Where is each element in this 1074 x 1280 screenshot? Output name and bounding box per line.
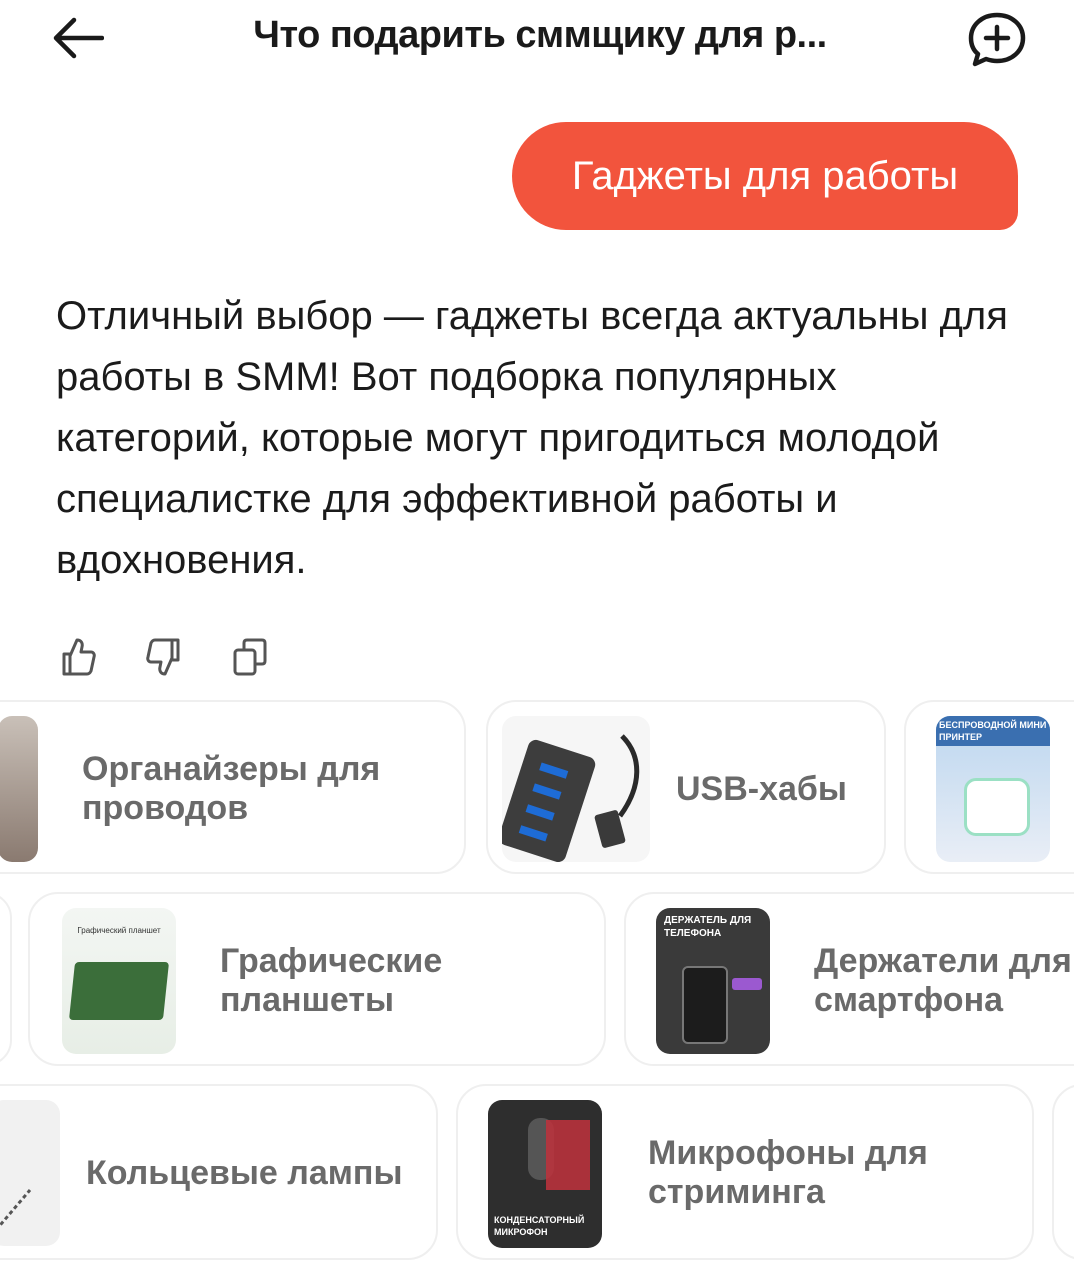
dislike-button[interactable] <box>142 630 186 684</box>
ring-lamp-image <box>0 1189 32 1228</box>
category-label: Графические планшеты <box>220 942 443 1019</box>
category-card-ring-lamps[interactable]: Кольцевые лампы <box>0 1084 438 1260</box>
badge-shape <box>732 978 762 990</box>
assistant-message: Отличный выбор — гаджеты всегда актуальн… <box>56 294 1008 582</box>
tablet-image-text: Графический планшет <box>77 926 161 935</box>
category-image <box>0 716 38 862</box>
category-card-cable-organizers[interactable]: Органайзеры для проводов <box>0 700 466 874</box>
category-label: Органайзеры для проводов <box>82 750 381 827</box>
chat-plus-icon <box>968 12 1026 67</box>
category-image: ДЕРЖАТЕЛЬ ДЛЯ ТЕЛЕФОНА <box>656 908 770 1054</box>
category-card-phone-holders[interactable]: ДЕРЖАТЕЛЬ ДЛЯ ТЕЛЕФОНА Держатели для сма… <box>624 892 1074 1066</box>
category-label: Держатели для смартфона <box>814 942 1072 1019</box>
back-button[interactable] <box>46 10 108 66</box>
category-card-partial[interactable] <box>0 892 12 1066</box>
phone-shape <box>682 966 728 1044</box>
category-label: Микрофоны для стриминга <box>648 1134 928 1211</box>
copy-icon <box>233 638 267 676</box>
user-message-text: Гаджеты для работы <box>571 153 959 198</box>
category-card-graphic-tablets[interactable]: Графический планшет Графические планшеты <box>28 892 606 1066</box>
usb-hub-image <box>502 734 640 862</box>
new-chat-button[interactable] <box>962 8 1032 70</box>
category-image: БЕСПРОВОДНОЙ МИНИ ПРИНТЕР <box>936 716 1050 862</box>
mic-image-text: КОНДЕНСАТОРНЫЙ МИКРОФОН <box>494 1215 585 1237</box>
arrow-left-icon <box>53 17 104 59</box>
message-actions <box>56 630 272 684</box>
copy-button[interactable] <box>228 630 272 684</box>
page-title: Что подарить сммщику для р... <box>253 14 827 56</box>
red-bars-shape <box>546 1120 590 1190</box>
category-label: USB-хабы <box>676 770 847 808</box>
category-label: Кольцевые лампы <box>86 1154 403 1192</box>
thumbs-up-icon <box>62 638 96 676</box>
category-card-mini-printer[interactable]: БЕСПРОВОДНОЙ МИНИ ПРИНТЕР <box>904 700 1074 874</box>
category-image: КОНДЕНСАТОРНЫЙ МИКРОФОН <box>488 1100 602 1248</box>
category-image <box>502 716 650 862</box>
tablet-shape <box>68 962 170 1020</box>
header: Что подарить сммщику для р... <box>0 0 1074 80</box>
like-button[interactable] <box>56 630 100 684</box>
category-card-partial[interactable] <box>1052 1084 1074 1260</box>
user-message-bubble: Гаджеты для работы <box>512 122 1018 230</box>
thumbs-down-icon <box>146 638 180 676</box>
category-image <box>0 1100 60 1246</box>
printer-shape <box>964 778 1030 836</box>
category-card-streaming-mics[interactable]: КОНДЕНСАТОРНЫЙ МИКРОФОН Микрофоны для ст… <box>456 1084 1034 1260</box>
holder-image-text: ДЕРЖАТЕЛЬ ДЛЯ ТЕЛЕФОНА <box>664 915 752 939</box>
category-card-usb-hubs[interactable]: USB-хабы <box>486 700 886 874</box>
category-image: Графический планшет <box>62 908 176 1054</box>
chat-screen: Что подарить сммщику для р... Гаджеты дл… <box>0 0 1074 1280</box>
printer-image-text: БЕСПРОВОДНОЙ МИНИ ПРИНТЕР <box>936 716 1050 746</box>
